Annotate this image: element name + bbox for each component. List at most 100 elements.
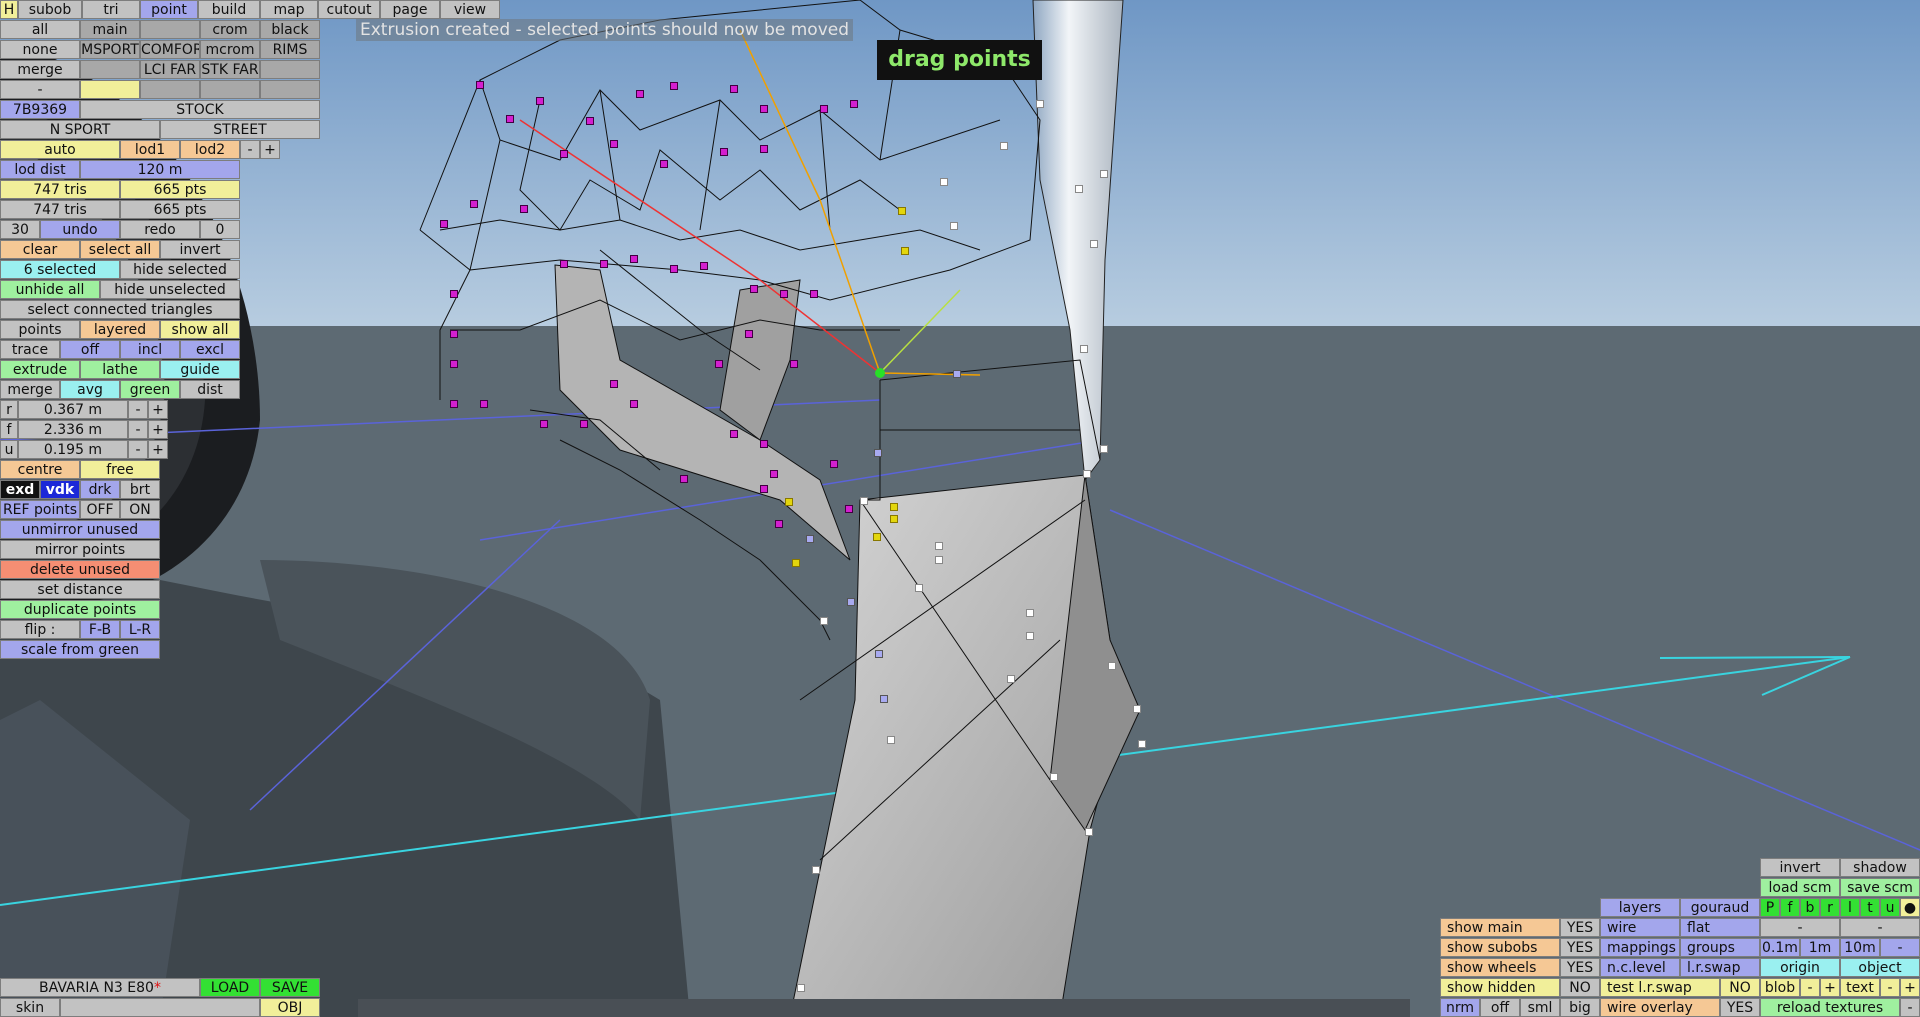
nc-level-button[interactable]: n.c.level (1600, 958, 1680, 977)
shade-brt[interactable]: brt (120, 480, 160, 499)
layer-key-u[interactable]: u (1880, 898, 1900, 917)
point-marker[interactable] (540, 420, 548, 428)
lod-plus[interactable]: + (260, 140, 280, 159)
load-button[interactable]: LOAD (200, 978, 260, 997)
point-marker[interactable] (1075, 185, 1083, 193)
layers-button[interactable]: layers (1600, 898, 1680, 917)
save-button[interactable]: SAVE (260, 978, 320, 997)
layer-black[interactable]: black (260, 20, 320, 39)
lod-minus[interactable]: - (240, 140, 260, 159)
tab-tri[interactable]: tri (82, 0, 140, 19)
wire-overlay-toggle[interactable]: YES (1720, 998, 1760, 1017)
free-button[interactable]: free (80, 460, 160, 479)
point-marker[interactable] (760, 105, 768, 113)
lod-dist-value[interactable]: 120 m (80, 160, 240, 179)
obj-button[interactable]: OBJ (260, 998, 320, 1017)
point-marker[interactable] (610, 380, 618, 388)
hide-unselected-button[interactable]: hide unselected (100, 280, 240, 299)
undo-button[interactable]: undo (40, 220, 120, 239)
dot-icon[interactable]: ● (1900, 898, 1920, 917)
layer-mcrom[interactable]: mcrom (200, 40, 260, 59)
flip-lr[interactable]: L-R (120, 620, 160, 639)
point-marker[interactable] (935, 542, 943, 550)
tab-map[interactable]: map (260, 0, 318, 19)
point-marker[interactable] (850, 100, 858, 108)
stock-button[interactable]: STOCK (80, 100, 320, 119)
point-marker[interactable] (720, 148, 728, 156)
point-marker[interactable] (636, 90, 644, 98)
point-marker[interactable] (875, 650, 883, 658)
point-marker[interactable] (630, 255, 638, 263)
load-scm-button[interactable]: load scm (1760, 878, 1840, 897)
point-marker[interactable] (536, 97, 544, 105)
point-marker[interactable] (940, 178, 948, 186)
point-marker[interactable] (745, 330, 753, 338)
point-marker[interactable] (586, 117, 594, 125)
show-subobs-toggle[interactable]: YES (1560, 938, 1600, 957)
duplicate-points-button[interactable]: duplicate points (0, 600, 160, 619)
show-wheels-toggle[interactable]: YES (1560, 958, 1600, 977)
layer-empty5[interactable] (200, 80, 260, 99)
shadow-button[interactable]: shadow (1840, 858, 1920, 877)
invert-selection-button[interactable]: invert (160, 240, 240, 259)
point-marker[interactable] (580, 420, 588, 428)
reload-minus[interactable]: - (1900, 998, 1920, 1017)
size-sml[interactable]: sml (1520, 998, 1560, 1017)
set-distance-button[interactable]: set distance (0, 580, 160, 599)
step-0-1m[interactable]: 0.1m (1760, 938, 1800, 957)
redo-button[interactable]: redo (120, 220, 200, 239)
dash-button-1[interactable]: - (1760, 918, 1840, 937)
mirror-points-button[interactable]: mirror points (0, 540, 160, 559)
blob-minus[interactable]: - (1800, 978, 1820, 997)
lod1-button[interactable]: lod1 (120, 140, 180, 159)
point-marker[interactable] (1100, 445, 1108, 453)
paint-code[interactable]: 7B9369 (0, 100, 80, 119)
unhide-all-button[interactable]: unhide all (0, 280, 100, 299)
point-marker[interactable] (901, 247, 909, 255)
merge-avg[interactable]: avg (60, 380, 120, 399)
point-marker[interactable] (715, 360, 723, 368)
layer-main[interactable]: main (80, 20, 140, 39)
layer-key-f[interactable]: f (1780, 898, 1800, 917)
point-marker[interactable] (560, 150, 568, 158)
ref-off[interactable]: OFF (80, 500, 120, 519)
size-nrm[interactable]: nrm (1440, 998, 1480, 1017)
delete-unused-button[interactable]: delete unused (0, 560, 160, 579)
point-marker[interactable] (450, 360, 458, 368)
point-marker[interactable] (730, 430, 738, 438)
point-marker[interactable] (450, 290, 458, 298)
point-marker[interactable] (630, 400, 638, 408)
point-marker[interactable] (450, 330, 458, 338)
layer-all[interactable]: all (0, 20, 80, 39)
trace-off[interactable]: off (60, 340, 120, 359)
point-marker[interactable] (780, 290, 788, 298)
point-marker[interactable] (700, 262, 708, 270)
point-marker[interactable] (770, 470, 778, 478)
layer-empty[interactable] (140, 20, 200, 39)
point-marker[interactable] (730, 85, 738, 93)
point-marker[interactable] (1090, 240, 1098, 248)
point-marker[interactable] (600, 260, 608, 268)
wire-button[interactable]: wire (1600, 918, 1680, 937)
point-marker[interactable] (1026, 632, 1034, 640)
point-marker[interactable] (660, 160, 668, 168)
shade-exd[interactable]: exd (0, 480, 40, 499)
point-marker[interactable] (750, 285, 758, 293)
show-main-toggle[interactable]: YES (1560, 918, 1600, 937)
tab-point[interactable]: point (140, 0, 198, 19)
coord-f-value[interactable]: 2.336 m (18, 420, 128, 439)
text-plus[interactable]: + (1900, 978, 1920, 997)
coord-u-minus[interactable]: - (128, 440, 148, 459)
tab-page[interactable]: page (380, 0, 440, 19)
layer-key-p[interactable]: P (1760, 898, 1780, 917)
layer-key-r[interactable]: r (1820, 898, 1840, 917)
point-marker[interactable] (785, 498, 793, 506)
trace-excl[interactable]: excl (180, 340, 240, 359)
tab-cutout[interactable]: cutout (318, 0, 380, 19)
layered-mode[interactable]: layered (80, 320, 160, 339)
step-1m[interactable]: 1m (1800, 938, 1840, 957)
step-minus[interactable]: - (1880, 938, 1920, 957)
centre-button[interactable]: centre (0, 460, 80, 479)
point-marker[interactable] (797, 984, 805, 992)
point-marker[interactable] (830, 460, 838, 468)
